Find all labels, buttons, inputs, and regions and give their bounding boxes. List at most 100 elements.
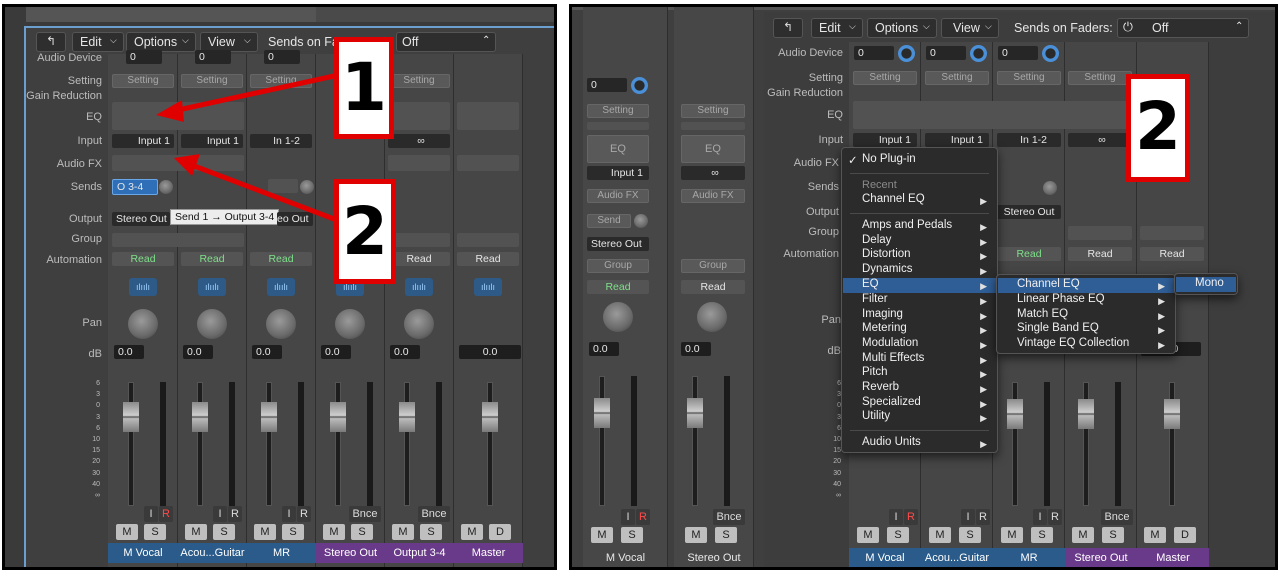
menu-item[interactable]: Imaging (862, 308, 903, 320)
solo-button[interactable]: S (887, 527, 909, 543)
group-slot[interactable] (1140, 226, 1204, 240)
group-slot[interactable]: Group (587, 259, 649, 273)
audio-device-knob[interactable] (898, 45, 915, 62)
track-name[interactable]: M Vocal (583, 548, 668, 568)
volume-fader[interactable] (687, 398, 703, 428)
setting-button[interactable]: Setting (853, 71, 917, 85)
submenu-item[interactable]: Linear Phase EQ (1017, 293, 1105, 305)
solo-button[interactable]: S (1031, 527, 1053, 543)
input-button[interactable]: Input 1 (853, 133, 917, 147)
group-slot[interactable] (1068, 226, 1132, 240)
mute-button[interactable]: M (1144, 527, 1166, 543)
submenu-item[interactable]: Single Band EQ (1017, 322, 1099, 334)
menu-item[interactable]: Metering (862, 322, 907, 334)
fader-track[interactable] (692, 376, 698, 506)
input-monitor-button[interactable]: I (1033, 509, 1047, 525)
menu-item[interactable]: Amps and Pedals (862, 219, 952, 231)
mute-button[interactable]: M (685, 527, 707, 543)
db-readout[interactable]: 0.0 (589, 342, 619, 356)
menu-item-audio-units[interactable]: Audio Units (862, 436, 921, 448)
input-monitor-button[interactable]: I (621, 509, 635, 525)
input-button[interactable]: Input 1 (925, 133, 989, 147)
audio-fx-slot[interactable]: Audio FX (587, 189, 649, 203)
group-slot[interactable]: Group (681, 259, 745, 273)
output-button[interactable]: Stereo Out (997, 205, 1061, 219)
volume-fader[interactable] (1078, 399, 1094, 429)
record-enable-button[interactable]: R (636, 509, 650, 525)
track-name[interactable]: M Vocal (849, 548, 921, 568)
record-enable-button[interactable]: R (1048, 509, 1062, 525)
submenu-item-mono[interactable]: Mono (1195, 277, 1224, 289)
menu-item[interactable]: Modulation (862, 337, 918, 349)
dim-button[interactable]: D (1174, 527, 1196, 543)
audio-fx-slot[interactable]: Audio FX (681, 189, 745, 203)
pan-knob[interactable] (603, 302, 633, 332)
back-button[interactable]: ↰ (773, 18, 803, 38)
input-monitor-button[interactable]: I (961, 509, 975, 525)
eq-button[interactable]: EQ (587, 135, 649, 163)
menu-item[interactable]: Dynamics (862, 263, 912, 275)
automation-mode[interactable]: Read (587, 280, 649, 294)
submenu-item[interactable]: Match EQ (1017, 308, 1068, 320)
mute-button[interactable]: M (929, 527, 951, 543)
input-monitor-button[interactable]: I (889, 509, 903, 525)
track-name[interactable]: Master (1137, 548, 1209, 568)
menu-item-channel-eq-recent[interactable]: Channel EQ (862, 193, 925, 205)
audio-device-knob[interactable] (631, 77, 648, 94)
fader-track[interactable] (599, 376, 605, 506)
eq-slot[interactable] (853, 101, 1133, 129)
pan-knob[interactable] (697, 302, 727, 332)
audio-device-field[interactable]: 0 (998, 46, 1038, 60)
mute-button[interactable]: M (591, 527, 613, 543)
send-slot[interactable]: Send (587, 214, 631, 228)
db-readout[interactable]: 0.0 (681, 342, 711, 356)
menu-item[interactable]: Distortion (862, 248, 911, 260)
solo-button[interactable]: S (621, 527, 643, 543)
record-enable-button[interactable]: R (976, 509, 990, 525)
mute-button[interactable]: M (1001, 527, 1023, 543)
audio-device-field[interactable]: 0 (587, 78, 627, 92)
menu-item[interactable]: Multi Effects (862, 352, 924, 364)
mute-button[interactable]: M (1072, 527, 1094, 543)
setting-button[interactable]: Setting (997, 71, 1061, 85)
automation-mode[interactable]: Read (997, 247, 1061, 261)
audio-device-field[interactable]: 0 (854, 46, 894, 60)
input-button[interactable]: In 1-2 (997, 133, 1061, 147)
audio-device-knob[interactable] (970, 45, 987, 62)
menu-item-no-plugin[interactable]: No Plug-in (862, 153, 916, 165)
setting-button[interactable]: Setting (1068, 71, 1132, 85)
bounce-button[interactable]: Bnce (1101, 509, 1133, 525)
input-button[interactable]: Input 1 (587, 166, 649, 180)
setting-button[interactable]: Setting (587, 104, 649, 118)
menu-item[interactable]: Reverb (862, 381, 899, 393)
automation-mode[interactable]: Read (1140, 247, 1204, 261)
sends-on-faders-select[interactable] (1117, 18, 1249, 38)
mute-button[interactable]: M (857, 527, 879, 543)
menu-item-eq[interactable]: EQ (862, 278, 879, 290)
volume-fader[interactable] (1007, 399, 1023, 429)
menu-item[interactable]: Specialized (862, 396, 921, 408)
submenu-item[interactable]: Channel EQ (1017, 278, 1080, 290)
track-name[interactable]: Stereo Out (674, 548, 754, 568)
bounce-button[interactable]: Bnce (713, 509, 745, 525)
automation-mode[interactable]: Read (681, 280, 745, 294)
setting-button[interactable]: Setting (925, 71, 989, 85)
track-name[interactable]: Acou...Guitar (921, 548, 993, 568)
audio-device-knob[interactable] (1042, 45, 1059, 62)
solo-button[interactable]: S (959, 527, 981, 543)
output-button[interactable]: Stereo Out (587, 237, 649, 251)
track-name[interactable]: Stereo Out (1065, 548, 1137, 568)
menu-item[interactable]: Utility (862, 410, 890, 422)
eq-button[interactable]: EQ (681, 135, 745, 163)
volume-fader[interactable] (594, 398, 610, 428)
send-level-knob[interactable] (634, 214, 648, 228)
track-name[interactable]: MR (993, 548, 1065, 568)
record-enable-button[interactable]: R (904, 509, 918, 525)
volume-fader[interactable] (1164, 399, 1180, 429)
menu-item[interactable]: Delay (862, 234, 891, 246)
audio-device-field[interactable]: 0 (926, 46, 966, 60)
menu-item[interactable]: Pitch (862, 366, 888, 378)
submenu-item[interactable]: Vintage EQ Collection (1017, 337, 1129, 349)
stereo-link-icon[interactable]: ∞ (681, 166, 745, 180)
solo-button[interactable]: S (1102, 527, 1124, 543)
